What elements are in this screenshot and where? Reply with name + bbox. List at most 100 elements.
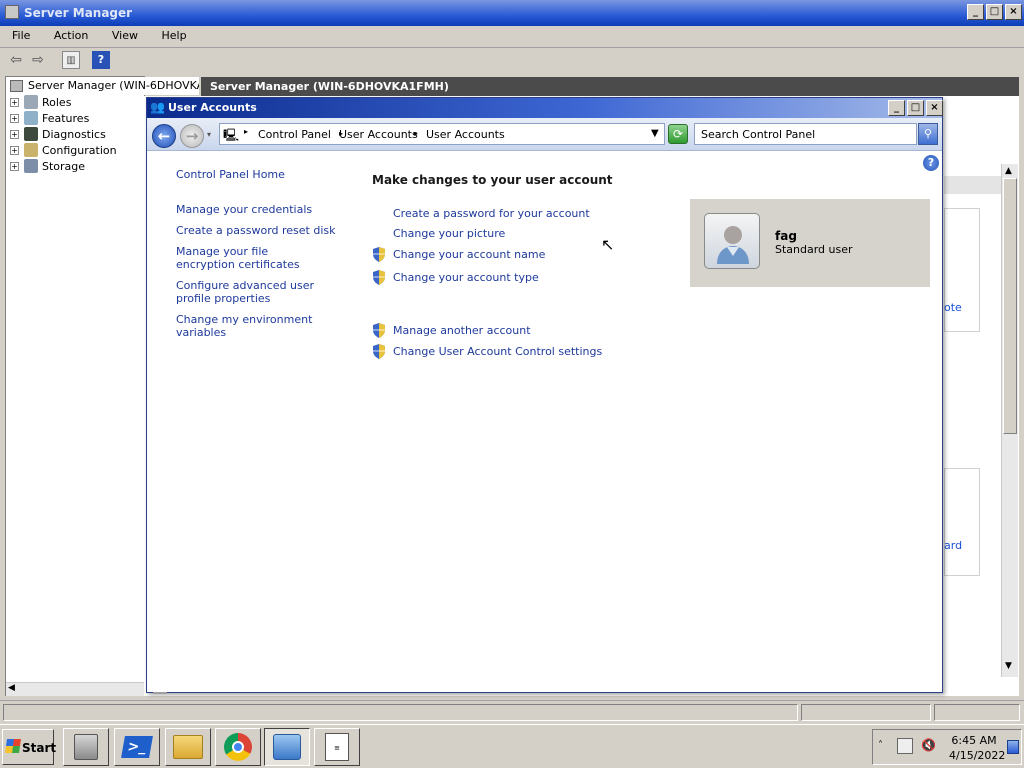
scroll-thumb[interactable] xyxy=(1003,178,1017,434)
breadcrumb-user-accounts-1[interactable]: User Accounts xyxy=(339,128,418,141)
back-arrow-icon[interactable]: ⇦ xyxy=(7,51,25,69)
breadcrumb-chevron-icon[interactable]: ▸ xyxy=(414,129,418,138)
scroll-left-icon[interactable]: ◀ xyxy=(8,683,15,693)
resize-grip xyxy=(153,692,167,694)
show-hide-tree-icon[interactable]: ▥ xyxy=(62,51,80,69)
tree-item-features[interactable]: + Features xyxy=(10,111,89,125)
tree-label: Features xyxy=(42,112,90,125)
server-manager-titlebar: Server Manager _ □ × xyxy=(0,0,1024,26)
details-vertical-scrollbar[interactable]: ▲ ▼ xyxy=(1001,164,1018,677)
menu-help[interactable]: Help xyxy=(149,26,194,42)
notepad-icon: ≡ xyxy=(325,733,349,761)
taskbar-powershell[interactable]: >_ xyxy=(114,728,160,766)
expand-icon[interactable]: + xyxy=(10,146,19,155)
minimize-button[interactable]: _ xyxy=(967,4,984,20)
minimize-button[interactable]: _ xyxy=(888,100,905,116)
show-hidden-icons-chevron-up-icon[interactable]: ˄ xyxy=(878,740,883,751)
address-bar[interactable]: 🖳 ▸ Control Panel ▸ User Accounts ▸ User… xyxy=(219,123,665,145)
show-desktop-icon[interactable] xyxy=(1007,740,1019,754)
link-uac-settings[interactable]: Change User Account Control settings xyxy=(393,345,602,358)
link-advanced-user-profile[interactable]: Configure advanced user profile properti… xyxy=(176,279,336,305)
control-panel-icon xyxy=(273,734,301,760)
user-accounts-icon: 👥 xyxy=(150,100,165,114)
refresh-button[interactable]: ⟳ xyxy=(668,124,688,144)
uac-shield-icon xyxy=(372,344,385,359)
link-fragment[interactable]: ard xyxy=(944,539,962,552)
link-password-reset-disk[interactable]: Create a password reset disk xyxy=(176,224,351,237)
maximize-button[interactable]: □ xyxy=(907,100,924,116)
configuration-icon xyxy=(24,143,38,157)
taskbar-notepad[interactable]: ≡ xyxy=(314,728,360,766)
tree-item-diagnostics[interactable]: + Diagnostics xyxy=(10,127,106,141)
start-button[interactable]: Start xyxy=(2,729,56,765)
search-input[interactable]: Search Control Panel xyxy=(694,123,917,145)
uac-shield-icon xyxy=(372,323,385,338)
user-accounts-window: 👥 User Accounts _ □ × ← → ▾ 🖳 ▸ Control … xyxy=(146,97,943,694)
link-file-encryption-certificates[interactable]: Manage your file encryption certificates xyxy=(176,245,326,271)
uac-shield-icon xyxy=(372,270,385,285)
taskbar-control-panel[interactable] xyxy=(264,728,310,766)
expand-icon[interactable]: + xyxy=(10,130,19,139)
status-segment xyxy=(801,704,931,721)
tree-root-server-manager[interactable]: Server Manager (WIN-6DHOVKA1F xyxy=(6,77,199,95)
breadcrumb-chevron-icon[interactable]: ▸ xyxy=(244,127,248,136)
avatar[interactable] xyxy=(704,213,760,269)
scroll-up-icon[interactable]: ▲ xyxy=(1005,166,1012,176)
forward-button[interactable]: → xyxy=(180,124,204,148)
user-accounts-titlebar: 👥 User Accounts _ □ × xyxy=(147,98,943,118)
close-button[interactable]: × xyxy=(1005,4,1022,20)
features-icon xyxy=(24,111,38,125)
taskbar: Start >_ ≡ ˄ 🔇 6:45 AM 4/15/2022 xyxy=(0,724,1024,768)
taskbar-chrome[interactable] xyxy=(215,728,261,766)
link-control-panel-home[interactable]: Control Panel Home xyxy=(176,168,351,181)
link-manage-another-account[interactable]: Manage another account xyxy=(393,324,531,337)
search-icon[interactable]: ⚲ xyxy=(918,123,938,145)
taskbar-explorer[interactable] xyxy=(165,728,211,766)
menu-file[interactable]: File xyxy=(0,26,38,42)
breadcrumb-control-panel[interactable]: Control Panel xyxy=(258,128,331,141)
menu-bar: File Action View Help xyxy=(0,26,1024,46)
clock-date: 4/15/2022 xyxy=(949,749,1006,762)
expand-icon[interactable]: + xyxy=(10,98,19,107)
help-icon[interactable]: ? xyxy=(923,155,939,171)
link-change-picture[interactable]: Change your picture xyxy=(393,227,505,240)
crumb-label: User Accounts xyxy=(339,128,418,141)
back-button[interactable]: ← xyxy=(152,124,176,148)
taskbar-server-manager[interactable] xyxy=(63,728,109,766)
help-icon[interactable]: ? xyxy=(92,51,110,69)
link-change-account-type[interactable]: Change your account type xyxy=(393,271,539,284)
status-segment xyxy=(3,704,798,721)
tree-horizontal-scrollbar[interactable]: ◀ xyxy=(6,682,144,696)
tree-item-roles[interactable]: + Roles xyxy=(10,95,71,109)
tree-label: Storage xyxy=(42,160,86,173)
menu-view[interactable]: View xyxy=(100,26,146,42)
tree-label: Roles xyxy=(42,96,72,109)
expand-icon[interactable]: + xyxy=(10,114,19,123)
breadcrumb-user-accounts-2[interactable]: User Accounts xyxy=(426,128,505,141)
forward-arrow-icon[interactable]: ⇨ xyxy=(29,51,47,69)
link-environment-variables[interactable]: Change my environment variables xyxy=(176,313,351,339)
expand-icon[interactable]: + xyxy=(10,162,19,171)
maximize-button[interactable]: □ xyxy=(986,4,1003,20)
link-manage-credentials[interactable]: Manage your credentials xyxy=(176,203,351,216)
volume-muted-icon[interactable]: 🔇 xyxy=(921,738,937,754)
windows-logo-icon xyxy=(5,739,21,753)
link-create-password[interactable]: Create a password for your account xyxy=(393,207,590,220)
link-fragment[interactable]: ote xyxy=(944,301,962,314)
tree-item-storage[interactable]: + Storage xyxy=(10,159,85,173)
address-dropdown-chevron-down-icon[interactable]: ▼ xyxy=(651,128,659,139)
recent-pages-chevron-down-icon[interactable]: ▾ xyxy=(207,130,211,139)
status-bar xyxy=(0,700,1024,722)
menu-action[interactable]: Action xyxy=(42,26,96,42)
scroll-down-icon[interactable]: ▼ xyxy=(1005,661,1012,671)
clock[interactable]: 6:45 AM 4/15/2022 xyxy=(949,733,1006,763)
diagnostics-icon xyxy=(24,127,38,141)
close-button[interactable]: × xyxy=(926,100,943,116)
link-change-account-name[interactable]: Change your account name xyxy=(393,248,545,261)
tree-item-configuration[interactable]: + Configuration xyxy=(10,143,117,157)
network-icon[interactable] xyxy=(897,738,913,754)
mouse-cursor-icon: ↖ xyxy=(601,235,615,254)
section-header xyxy=(944,176,1001,194)
user-account-type: Standard user xyxy=(775,243,853,256)
page-title: Make changes to your user account xyxy=(372,173,613,187)
